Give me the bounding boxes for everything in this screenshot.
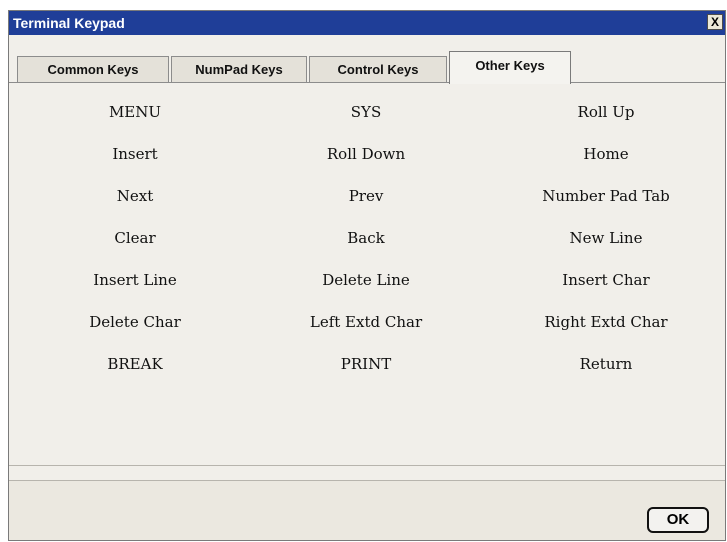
key-right-extd-char[interactable]: Right Extd Char [491,313,721,331]
key-delete-line[interactable]: Delete Line [251,271,481,289]
tab-other-keys[interactable]: Other Keys [449,51,571,84]
key-menu[interactable]: MENU [20,103,250,121]
key-number-pad-tab[interactable]: Number Pad Tab [491,187,721,205]
tab-numpad-keys[interactable]: NumPad Keys [171,56,307,83]
key-print[interactable]: PRINT [251,355,481,373]
key-insert[interactable]: Insert [20,145,250,163]
terminal-keypad-window: Terminal Keypad X Common Keys NumPad Key… [8,10,726,541]
tab-strip: Common Keys NumPad Keys Control Keys Oth… [17,51,717,84]
key-prev[interactable]: Prev [251,187,481,205]
key-roll-down[interactable]: Roll Down [251,145,481,163]
key-back[interactable]: Back [251,229,481,247]
key-new-line[interactable]: New Line [491,229,721,247]
key-delete-char[interactable]: Delete Char [20,313,250,331]
divider [9,465,725,466]
title-bar: Terminal Keypad X [9,11,725,35]
key-left-extd-char[interactable]: Left Extd Char [251,313,481,331]
key-next[interactable]: Next [20,187,250,205]
key-break[interactable]: BREAK [20,355,250,373]
ok-button[interactable]: OK [647,507,709,533]
key-return[interactable]: Return [491,355,721,373]
key-sys[interactable]: SYS [251,103,481,121]
tab-control-keys[interactable]: Control Keys [309,56,447,83]
close-button[interactable]: X [707,14,723,30]
key-insert-line[interactable]: Insert Line [20,271,250,289]
footer-bar: OK [9,481,725,540]
key-insert-char[interactable]: Insert Char [491,271,721,289]
window-title: Terminal Keypad [13,15,125,31]
tab-divider [9,82,725,83]
key-clear[interactable]: Clear [20,229,250,247]
tab-common-keys[interactable]: Common Keys [17,56,169,83]
key-roll-up[interactable]: Roll Up [491,103,721,121]
key-home[interactable]: Home [491,145,721,163]
